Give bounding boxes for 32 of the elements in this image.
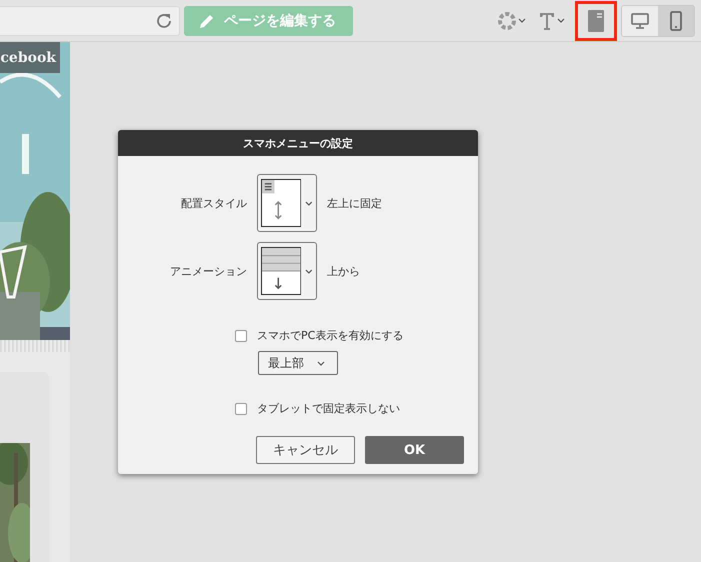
position-select[interactable]: 最上部 bbox=[258, 351, 338, 375]
setting-value: 上から bbox=[327, 264, 361, 278]
chevron-icon bbox=[518, 18, 526, 23]
dialog-title: スマホメニューの設定 bbox=[118, 130, 478, 156]
chevron-icon bbox=[305, 200, 313, 206]
checkbox-label: スマホでPC表示を有効にする bbox=[257, 328, 404, 343]
device-toggle[interactable] bbox=[658, 6, 694, 36]
monitor-icon bbox=[631, 12, 649, 28]
book-icon bbox=[588, 10, 604, 32]
animation-style-icon bbox=[261, 246, 302, 296]
style-picker[interactable] bbox=[257, 174, 317, 232]
setting-value: 左上に固定 bbox=[327, 196, 383, 210]
ok-button[interactable]: OK bbox=[365, 436, 464, 464]
smartphone-menu-button[interactable] bbox=[575, 0, 617, 40]
phone-icon bbox=[670, 10, 682, 30]
setting-label: 配置スタイル bbox=[180, 196, 247, 210]
letter-t-icon bbox=[538, 10, 556, 30]
chevron-icon bbox=[305, 268, 313, 274]
url-field[interactable] bbox=[0, 6, 180, 36]
checkbox[interactable] bbox=[235, 402, 247, 414]
checkbox-label: タブレットで固定表示しない bbox=[257, 401, 400, 416]
position-style-icon bbox=[261, 178, 302, 228]
dotted-circle-icon bbox=[497, 10, 517, 30]
chevron-icon bbox=[317, 360, 325, 366]
device-toggle[interactable] bbox=[622, 6, 658, 36]
banner-label: cebook bbox=[0, 42, 60, 73]
reload-icon[interactable] bbox=[155, 12, 173, 30]
chevron-icon bbox=[557, 18, 565, 23]
checkbox[interactable] bbox=[235, 330, 247, 342]
cancel-button[interactable]: キャンセル bbox=[256, 436, 355, 464]
setting-label: アニメーション bbox=[169, 264, 247, 278]
style-picker[interactable] bbox=[257, 242, 317, 300]
